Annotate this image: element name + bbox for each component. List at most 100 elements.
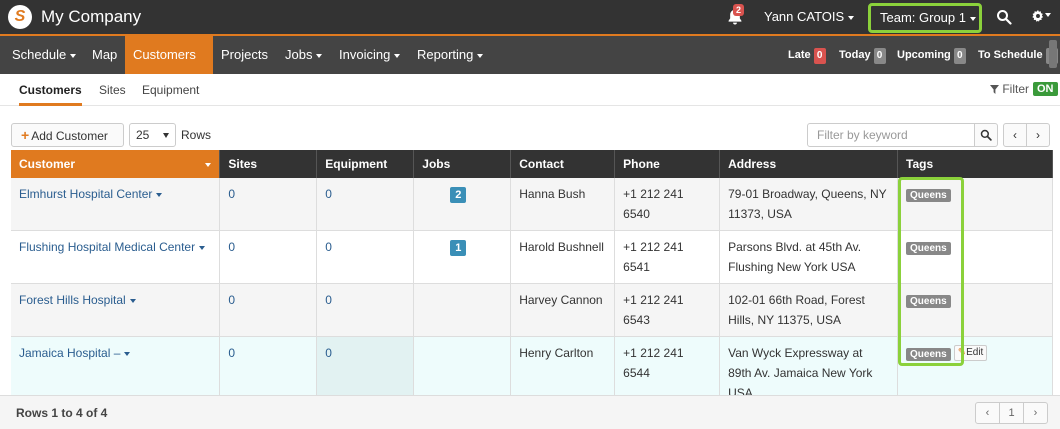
address-cell: 102-01 66th Road, Forest Hills, NY 11375… xyxy=(719,283,899,337)
brand[interactable]: S My Company xyxy=(8,5,141,29)
counter-late[interactable]: Late 0 xyxy=(788,36,826,74)
keyword-filter-input[interactable] xyxy=(807,123,975,147)
prev-page-button[interactable]: ‹ xyxy=(1003,123,1027,147)
customer-cell[interactable]: Forest Hills Hospital xyxy=(11,283,221,337)
customer-link[interactable]: Jamaica Hospital – xyxy=(19,346,120,360)
sites-count-link[interactable]: 0 xyxy=(228,293,235,307)
jobs-count-badge[interactable]: 2 xyxy=(450,187,467,203)
nav-item-map[interactable]: Map xyxy=(84,36,125,74)
counter-label: Upcoming xyxy=(897,49,951,61)
chevron-down-icon[interactable] xyxy=(124,351,131,356)
top-bar: S My Company 2 Yann CATOIS Team: Group 1 xyxy=(0,0,1060,34)
table-row[interactable]: Flushing Hospital Medical Center 0 0 1 H… xyxy=(11,230,1053,284)
user-name: Yann CATOIS xyxy=(764,9,845,24)
nav-scrollbar[interactable] xyxy=(1049,40,1057,68)
tag-badge[interactable]: Queens xyxy=(906,189,951,202)
customers-table: Customer Sites Equipment Jobs Contact Ph… xyxy=(11,150,1053,410)
tags-cell: Queens xyxy=(897,230,1053,284)
jobs-count-badge[interactable]: 1 xyxy=(450,240,467,256)
footer-prev-page-button[interactable]: ‹ xyxy=(975,402,1000,424)
add-customer-button[interactable]: + Add Customer xyxy=(11,123,124,147)
nav-item-label: Jobs xyxy=(285,47,313,62)
sites-count-link[interactable]: 0 xyxy=(228,240,235,254)
nav-item-customers[interactable]: Customers xyxy=(125,36,213,96)
chevron-down-icon xyxy=(316,53,323,58)
nav-item-label: Schedule xyxy=(12,47,67,62)
chevron-down-icon xyxy=(163,133,169,138)
chevron-down-icon[interactable] xyxy=(199,245,206,250)
chevron-down-icon xyxy=(848,15,855,20)
equipment-count-link[interactable]: 0 xyxy=(325,293,332,307)
nav-item-projects[interactable]: Projects xyxy=(213,36,276,74)
main-nav: Schedule Map Customers Projects Jobs Inv… xyxy=(0,34,1060,96)
column-header-tags[interactable]: Tags xyxy=(897,150,1053,178)
customer-cell[interactable]: Elmhurst Hospital Center xyxy=(11,178,221,231)
address-cell: 79-01 Broadway, Queens, NY 11373, USA xyxy=(719,178,899,231)
equipment-count-link[interactable]: 0 xyxy=(325,240,332,254)
tab-customers[interactable]: Customers xyxy=(19,74,82,106)
tag-badge[interactable]: Queens xyxy=(906,348,951,361)
column-header-jobs[interactable]: Jobs xyxy=(413,150,512,178)
gear-icon xyxy=(1032,10,1044,22)
footer-page-number[interactable]: 1 xyxy=(999,402,1024,424)
pencil-icon: ✎ xyxy=(957,347,967,358)
next-page-button[interactable]: › xyxy=(1026,123,1050,147)
counter-today[interactable]: Today 0 xyxy=(839,36,886,74)
equipment-count-link[interactable]: 0 xyxy=(325,346,332,360)
counter-to-schedule[interactable]: To Schedule0 xyxy=(978,36,1058,74)
sites-count-link[interactable]: 0 xyxy=(228,187,235,201)
team-selector[interactable]: Team: Group 1 xyxy=(868,3,982,33)
search-icon[interactable] xyxy=(996,9,1012,25)
user-menu[interactable]: Yann CATOIS xyxy=(764,0,855,34)
rows-per-page-select[interactable]: 25 xyxy=(129,123,176,147)
chevron-right-icon: › xyxy=(1036,128,1040,142)
chevron-down-icon[interactable] xyxy=(129,298,136,303)
column-header-phone[interactable]: Phone xyxy=(614,150,721,178)
tab-sites[interactable]: Sites xyxy=(99,74,126,106)
customer-link[interactable]: Forest Hills Hospital xyxy=(19,293,126,307)
nav-item-invoicing[interactable]: Invoicing xyxy=(331,36,408,74)
nav-item-label: Customers xyxy=(133,47,196,62)
chevron-down-icon[interactable] xyxy=(156,192,163,197)
footer-next-page-button[interactable]: › xyxy=(1023,402,1048,424)
settings-menu[interactable] xyxy=(1032,8,1051,24)
customer-link[interactable]: Elmhurst Hospital Center xyxy=(19,187,152,201)
phone-cell: +1 212 241 6541 xyxy=(614,230,721,284)
tag-badge[interactable]: Queens xyxy=(906,242,951,255)
nav-item-schedule[interactable]: Schedule xyxy=(4,36,84,74)
filter-toggle[interactable]: Filter xyxy=(990,82,1029,96)
jobs-cell: 2 xyxy=(413,178,512,231)
sites-cell: 0 xyxy=(219,230,318,284)
edit-label: Edit xyxy=(966,347,984,358)
table-row[interactable]: Forest Hills Hospital 0 0 Harvey Cannon … xyxy=(11,283,1053,337)
counter-label: Today xyxy=(839,49,871,61)
tag-badge[interactable]: Queens xyxy=(906,295,951,308)
column-header-address[interactable]: Address xyxy=(719,150,899,178)
column-header-sites[interactable]: Sites xyxy=(219,150,318,178)
edit-tags-button[interactable]: ✎Edit xyxy=(953,345,988,361)
equipment-cell: 0 xyxy=(316,230,415,284)
customer-link[interactable]: Flushing Hospital Medical Center xyxy=(19,240,195,254)
column-header-contact[interactable]: Contact xyxy=(510,150,616,178)
counter-upcoming[interactable]: Upcoming 0 xyxy=(897,36,966,74)
column-header-customer[interactable]: Customer xyxy=(11,150,221,178)
nav-item-jobs[interactable]: Jobs xyxy=(277,36,330,74)
filter-search-button[interactable] xyxy=(974,123,998,147)
filter-status-badge[interactable]: ON xyxy=(1033,82,1058,96)
equipment-count-link[interactable]: 0 xyxy=(325,187,332,201)
table-row[interactable]: Elmhurst Hospital Center 0 0 2 Hanna Bus… xyxy=(11,178,1053,231)
customer-cell[interactable]: Flushing Hospital Medical Center xyxy=(11,230,221,284)
nav-item-reporting[interactable]: Reporting xyxy=(409,36,491,74)
sites-count-link[interactable]: 0 xyxy=(228,346,235,360)
company-name: My Company xyxy=(41,7,142,26)
column-header-equipment[interactable]: Equipment xyxy=(316,150,415,178)
phone-cell: +1 212 241 6543 xyxy=(614,283,721,337)
jobs-cell: 1 xyxy=(413,230,512,284)
rows-summary: Rows 1 to 4 of 4 xyxy=(16,406,108,420)
equipment-cell: 0 xyxy=(316,283,415,337)
plus-icon: + xyxy=(21,127,30,143)
counter-label: To Schedule xyxy=(978,49,1043,61)
counter-badge: 0 xyxy=(873,48,886,64)
logo-letter: S xyxy=(14,8,26,25)
tab-equipment[interactable]: Equipment xyxy=(142,74,199,106)
